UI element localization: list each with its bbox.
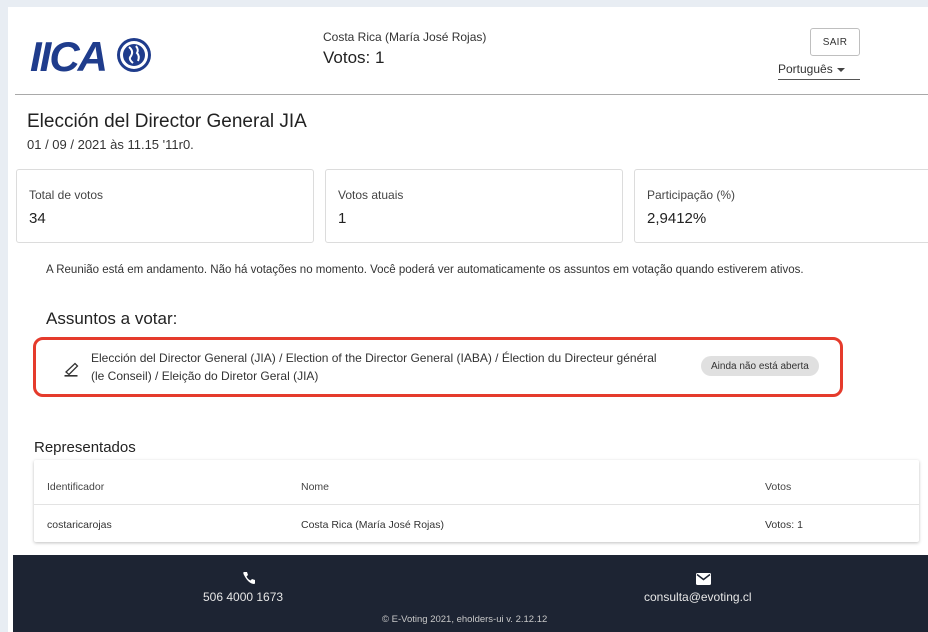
stat-participation: Participação (%) 2,9412% (634, 169, 928, 243)
footer-email[interactable]: consulta@evoting.cl (644, 590, 752, 604)
language-select[interactable]: Português (778, 59, 860, 80)
ballot-icon (64, 362, 79, 377)
stat-value: 34 (29, 210, 46, 227)
page: IICA Costa Rica (María José Rojas) Votos… (8, 7, 928, 632)
election-title: Elección del Director General JIA (27, 111, 307, 132)
user-votes: Votos: 1 (323, 48, 385, 67)
language-label: Português (778, 62, 833, 76)
footer: 506 4000 1673 consulta@evoting.cl © E-Vo… (13, 555, 928, 632)
user-name: Costa Rica (María José Rojas) (323, 30, 487, 44)
stat-label: Participação (%) (647, 188, 736, 202)
cell-identifier: costaricarojas (47, 519, 112, 531)
column-header-name: Nome (301, 481, 330, 493)
logout-button[interactable]: SAIR (810, 28, 860, 56)
stat-value: 1 (338, 210, 347, 227)
table-row-divider (34, 504, 919, 505)
stat-total-votes: Total de votos 34 (16, 169, 314, 243)
header-divider (15, 94, 928, 95)
stat-current-votes: Votos atuais 1 (325, 169, 623, 243)
column-header-identifier: Identificador (47, 481, 105, 493)
meeting-status-message: A Reunião está em andamento. Não há vota… (46, 264, 804, 276)
stat-label: Total de votos (29, 188, 104, 202)
stat-value: 2,9412% (647, 210, 707, 227)
cell-votes: Votos: 1 (765, 519, 803, 531)
mail-icon (696, 573, 711, 585)
agenda-title: Assuntos a votar: (46, 309, 178, 328)
iica-logo: IICA (30, 33, 151, 77)
footer-copyright: © E-Voting 2021, eholders-ui v. 2.12.12 (382, 614, 548, 625)
election-datetime: 01 / 09 / 2021 às 11.15 '11r0. (27, 137, 194, 152)
chevron-down-icon (836, 68, 845, 72)
represented-table: Identificador Nome Votos costaricarojas … (34, 460, 919, 542)
agenda-item-text: Elección del Director General (JIA) / El… (91, 351, 657, 383)
stat-label: Votos atuais (338, 188, 404, 202)
phone-icon (243, 572, 255, 584)
header: IICA Costa Rica (María José Rojas) Votos… (8, 7, 928, 95)
agenda-status-badge: Ainda não está aberta (701, 356, 819, 376)
cell-name: Costa Rica (María José Rojas) (301, 519, 444, 531)
svg-text:IICA: IICA (30, 33, 106, 77)
column-header-votes: Votos (765, 481, 792, 493)
represented-title: Representados (34, 439, 136, 456)
agenda-item[interactable]: Elección del Director General (JIA) / El… (33, 337, 843, 397)
footer-phone: 506 4000 1673 (203, 590, 284, 604)
